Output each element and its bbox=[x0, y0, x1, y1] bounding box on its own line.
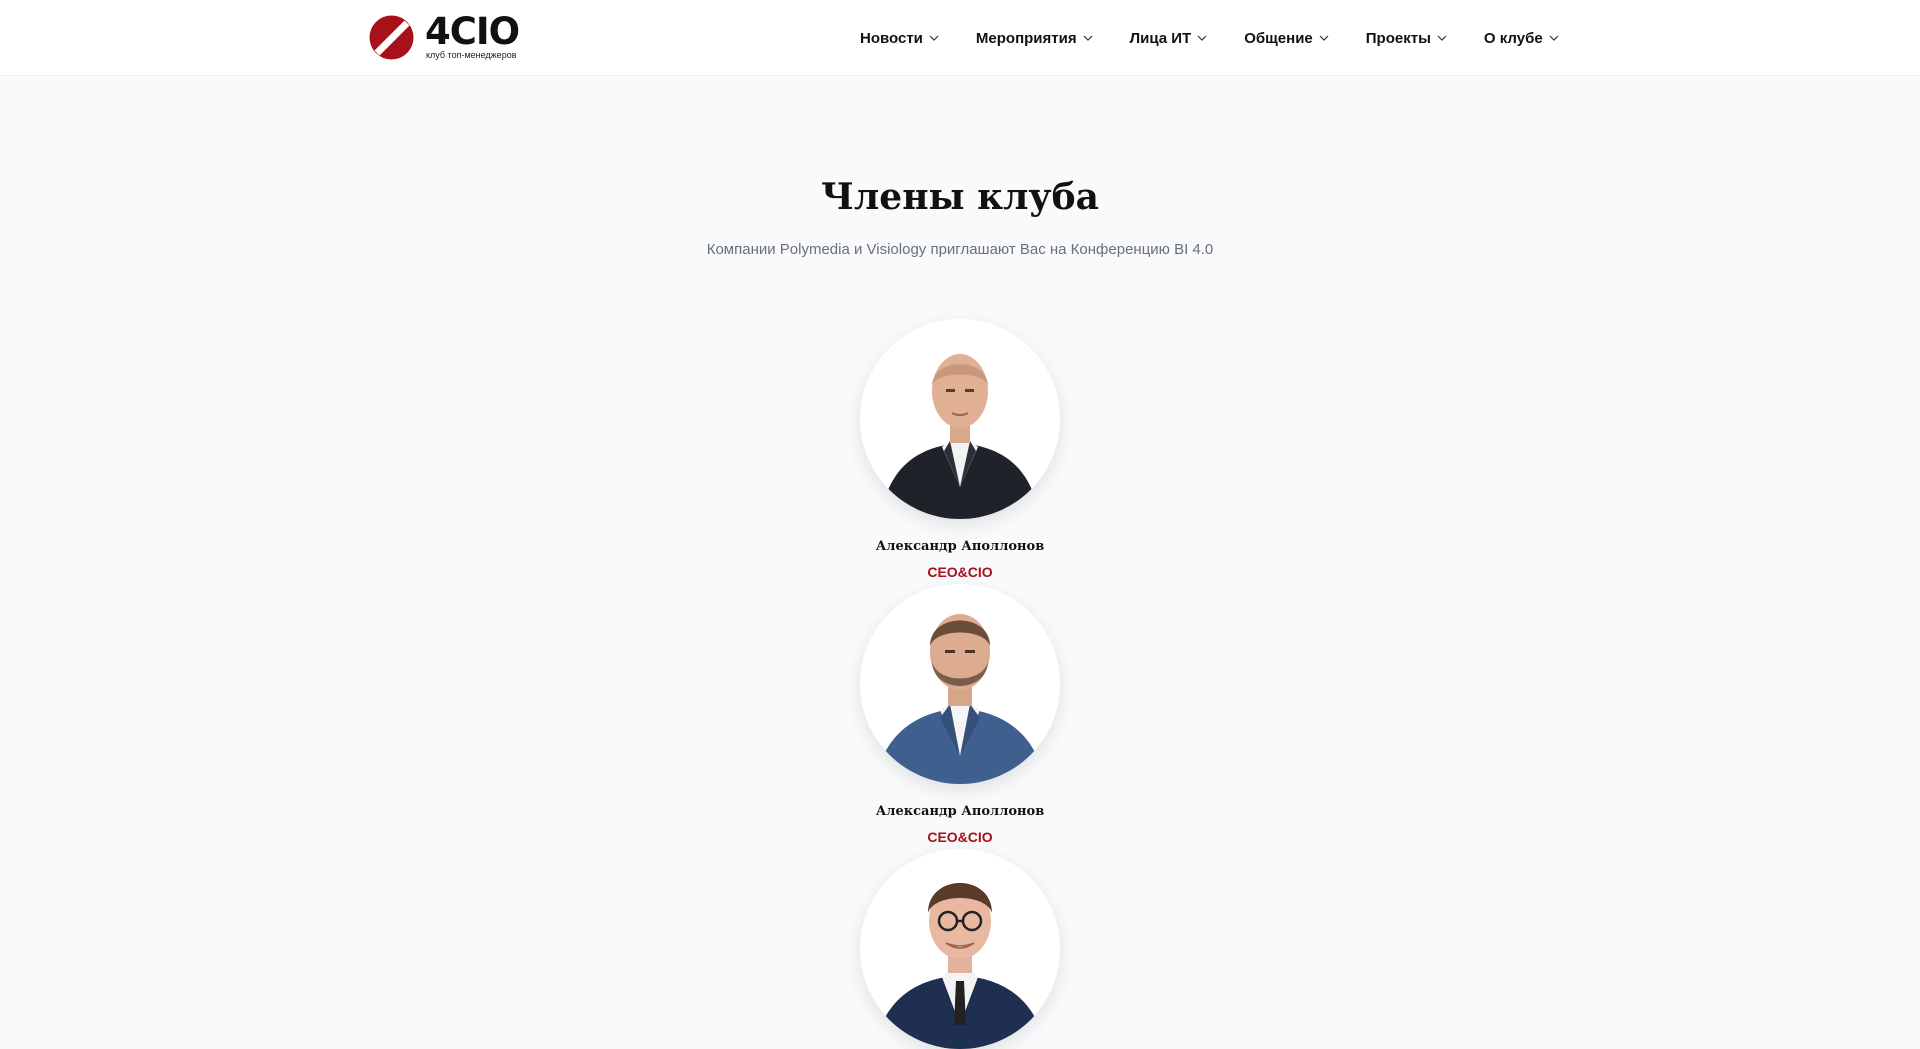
nav-item-faces-it[interactable]: Лица ИТ bbox=[1130, 30, 1208, 47]
nav-item-label: Проекты bbox=[1365, 29, 1431, 47]
member-avatar[interactable] bbox=[860, 849, 1060, 1049]
nav-item-label: Новости bbox=[860, 29, 923, 47]
portrait-man-glasses-navy-suit bbox=[860, 849, 1060, 1049]
nav-item-about[interactable]: О клубе bbox=[1484, 30, 1559, 47]
logo-tagline: клуб топ-менеджеров bbox=[426, 50, 517, 60]
nav-item-label: О клубе bbox=[1483, 29, 1543, 47]
nav-item-news[interactable]: Новости bbox=[860, 30, 939, 47]
member-card[interactable]: Александр Аполлонов CEO&CIO bbox=[860, 319, 1060, 580]
nav-item-label: Общение bbox=[1244, 29, 1313, 47]
site-header: 4CIO клуб топ-менеджеров Новости Меропри… bbox=[0, 0, 1920, 76]
nav-item-communication[interactable]: Общение bbox=[1244, 30, 1329, 47]
member-card[interactable]: Александр Аполлонов CEO&CIO bbox=[860, 584, 1060, 845]
nav-item-events[interactable]: Мероприятия bbox=[976, 30, 1093, 47]
nav-item-projects[interactable]: Проекты bbox=[1366, 30, 1447, 47]
member-avatar[interactable] bbox=[860, 584, 1060, 784]
portrait-bearded-man-blue-suit bbox=[860, 584, 1060, 784]
page-subtitle: Компании Polymedia и Visiology приглашаю… bbox=[706, 241, 1214, 258]
portrait-bald-man-dark-suit bbox=[860, 319, 1060, 519]
member-role: CEO&CIO bbox=[927, 564, 993, 580]
chevron-down-icon bbox=[1083, 35, 1093, 41]
member-name: Александр Аполлонов bbox=[875, 804, 1045, 819]
page-title: Члены клуба bbox=[821, 176, 1099, 218]
slashed-circle-icon bbox=[369, 15, 414, 60]
logo-text: 4CIO bbox=[425, 10, 520, 53]
nav-item-label: Лица ИТ bbox=[1129, 29, 1192, 47]
chevron-down-icon bbox=[929, 35, 939, 41]
chevron-down-icon bbox=[1437, 35, 1447, 41]
logo-link[interactable]: 4CIO клуб топ-менеджеров bbox=[369, 10, 529, 63]
main-nav: Новости Мероприятия Лица ИТ Общение Прое… bbox=[860, 27, 1559, 49]
nav-item-label: Мероприятия bbox=[975, 29, 1077, 47]
chevron-down-icon bbox=[1549, 35, 1559, 41]
member-role: CEO&CIO bbox=[927, 829, 993, 845]
member-avatar[interactable] bbox=[860, 319, 1060, 519]
member-name: Александр Аполлонов bbox=[875, 539, 1045, 554]
member-card[interactable] bbox=[860, 849, 1060, 1049]
chevron-down-icon bbox=[1197, 35, 1207, 41]
chevron-down-icon bbox=[1319, 35, 1329, 41]
